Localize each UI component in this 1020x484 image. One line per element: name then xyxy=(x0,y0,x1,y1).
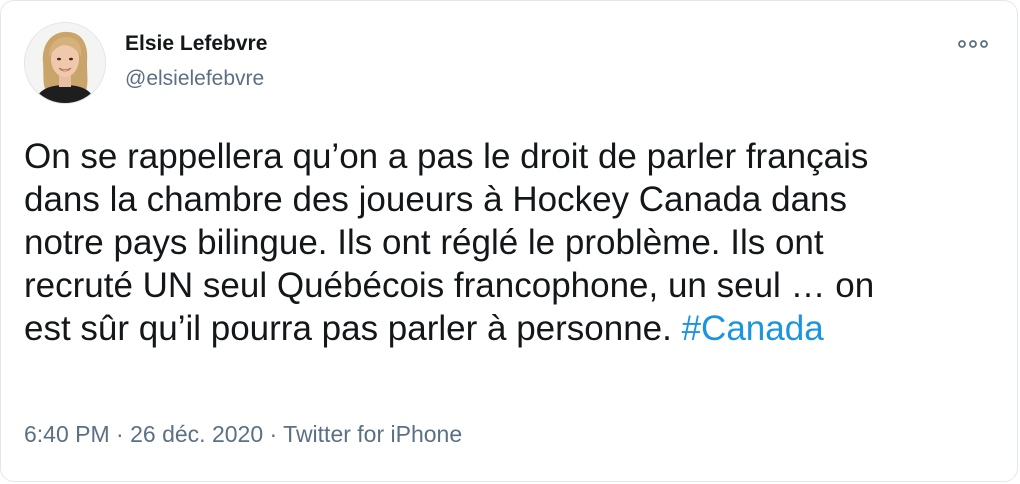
meta-separator: · xyxy=(269,421,278,447)
tweet-card: Elsie Lefebvre @elsielefebvre On se rapp… xyxy=(0,0,1018,482)
avatar[interactable] xyxy=(24,22,106,104)
tweet-line: On se rappellera qu’on a pas le droit de… xyxy=(24,137,869,176)
tweet-line: dans la chambre des joueurs à Hockey Can… xyxy=(24,180,847,219)
tweet-source[interactable]: Twitter for iPhone xyxy=(283,421,462,447)
tweet-line: recruté UN seul Québécois francophone, u… xyxy=(24,266,875,305)
tweet-date[interactable]: 26 déc. 2020 xyxy=(130,421,263,447)
tweet-time[interactable]: 6:40 PM xyxy=(24,421,110,447)
author-name[interactable]: Elsie Lefebvre xyxy=(125,31,267,57)
hashtag-link[interactable]: #Canada xyxy=(682,309,824,348)
author-handle[interactable]: @elsielefebvre xyxy=(125,66,264,92)
tweet-metadata: 6:40 PM · 26 déc. 2020 · Twitter for iPh… xyxy=(24,420,462,448)
tweet-text: On se rappellera qu’on a pas le droit de… xyxy=(24,135,984,350)
profile-photo-icon xyxy=(25,23,105,103)
more-options-icon[interactable] xyxy=(953,31,993,57)
meta-separator: · xyxy=(116,421,124,447)
tweet-line: est sûr qu’il pourra pas parler à person… xyxy=(24,309,672,348)
tweet-line: notre pays bilingue. Ils ont réglé le pr… xyxy=(24,223,824,262)
